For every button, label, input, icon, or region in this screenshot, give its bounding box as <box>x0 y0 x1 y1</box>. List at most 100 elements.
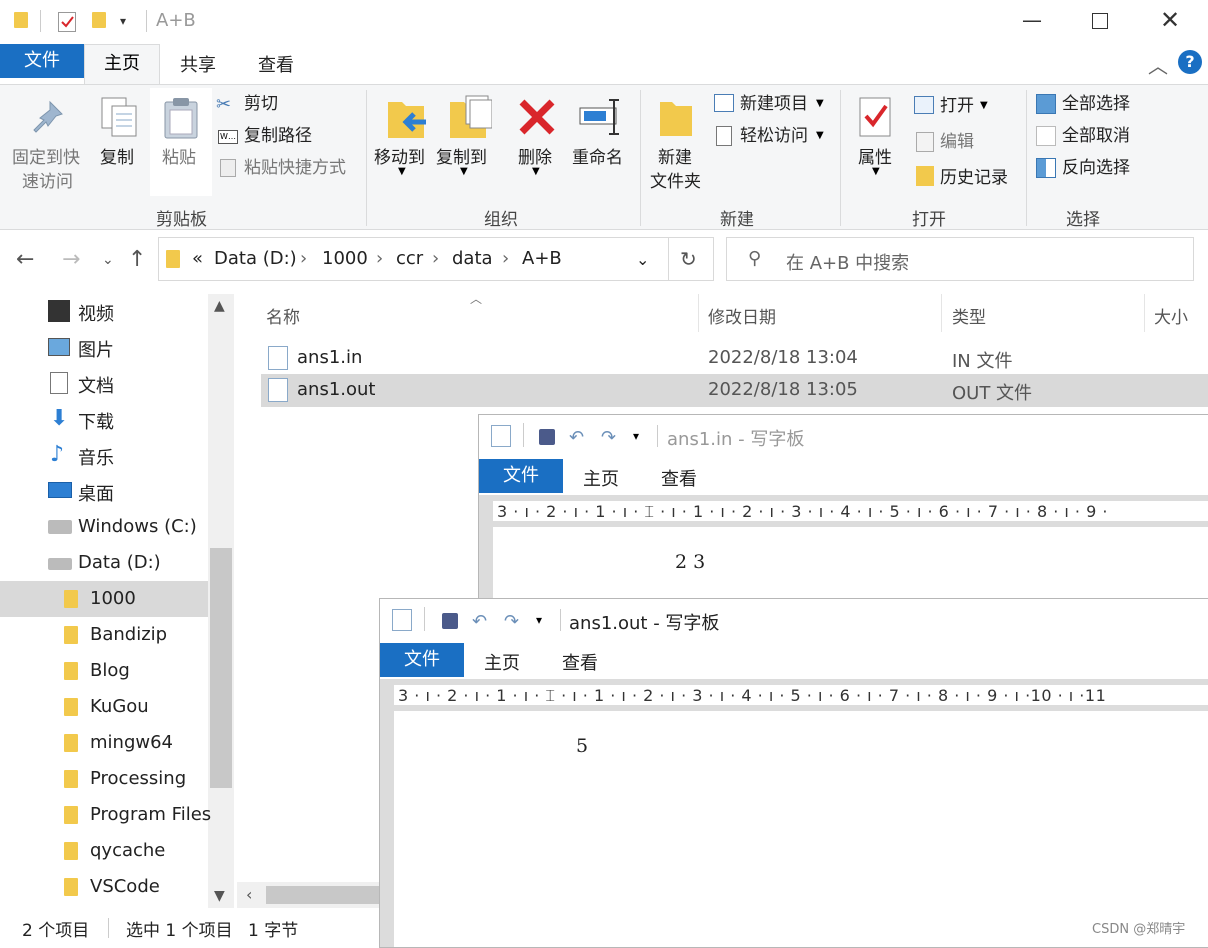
tab-home[interactable]: 主页 <box>583 465 619 491</box>
tab-file[interactable]: 文件 <box>479 459 563 493</box>
column-divider[interactable] <box>1144 294 1145 332</box>
history-button[interactable]: 历史记录 <box>940 166 1008 190</box>
save-icon[interactable] <box>442 613 458 629</box>
tab-file[interactable]: 文件 <box>0 44 84 78</box>
easy-access-button[interactable]: 轻松访问 <box>740 124 808 148</box>
new-folder-label-1[interactable]: 新建 <box>658 146 692 170</box>
pictures-icon <box>48 338 70 356</box>
sidebar-item-drive-d[interactable]: Data (D:) <box>78 552 161 573</box>
document-content[interactable]: 2 3 <box>675 551 705 573</box>
up-icon[interactable]: ↑ <box>128 247 146 272</box>
drive-d-icon <box>48 558 72 570</box>
music-icon: ♪ <box>50 442 65 467</box>
ribbon-separator <box>1026 90 1027 226</box>
sidebar-item-pictures[interactable]: 图片 <box>78 336 114 362</box>
forward-icon[interactable]: → <box>62 247 80 272</box>
recent-locations-icon[interactable]: ⌄ <box>102 252 114 268</box>
tab-home[interactable]: 主页 <box>484 649 520 675</box>
address-dropdown-icon[interactable]: ⌄ <box>636 250 649 269</box>
new-item-button[interactable]: 新建项目 <box>740 92 808 116</box>
sidebar-item-program-files[interactable]: Program Files <box>90 804 211 825</box>
edit-button[interactable]: 编辑 <box>940 130 974 154</box>
properties-quick-icon[interactable] <box>58 12 76 32</box>
cut-button[interactable]: 剪切 <box>244 92 278 116</box>
desktop-icon <box>48 482 72 498</box>
customize-quick-access-icon[interactable]: ▾ <box>536 613 542 627</box>
invert-select-button[interactable]: 反向选择 <box>1062 156 1130 180</box>
ruler-scale: 3 · ı · 2 · ı · 1 · ı · ⌶ · ı · 1 · ı · … <box>398 686 1107 705</box>
sidebar-item-documents[interactable]: 文档 <box>78 372 114 398</box>
tab-file[interactable]: 文件 <box>380 643 464 677</box>
copy-button[interactable]: 复制 <box>100 146 134 170</box>
customize-quick-access-icon[interactable]: ▾ <box>633 429 639 443</box>
ruler[interactable]: 3 · ı · 2 · ı · 1 · ı · ⌶ · ı · 1 · ı · … <box>493 495 1208 527</box>
scroll-down-icon[interactable]: ▼ <box>214 888 225 904</box>
sidebar-scroll-thumb[interactable] <box>210 548 232 788</box>
maximize-button[interactable] <box>1092 13 1108 29</box>
documents-icon <box>50 372 68 394</box>
sidebar-item-drive-c[interactable]: Windows (C:) <box>78 516 197 537</box>
column-header-name[interactable]: 名称 <box>266 303 300 328</box>
scroll-up-icon[interactable]: ▲ <box>214 298 225 314</box>
tab-view[interactable]: 查看 <box>258 51 294 77</box>
column-header-modified[interactable]: 修改日期 <box>708 303 776 328</box>
pin-label-2[interactable]: 速访问 <box>22 170 73 194</box>
tab-share[interactable]: 共享 <box>180 51 216 77</box>
sidebar-item-qycache[interactable]: qycache <box>90 840 165 861</box>
file-type: IN 文件 <box>952 351 1013 372</box>
sidebar-item-downloads[interactable]: 下载 <box>78 408 114 434</box>
column-header-type[interactable]: 类型 <box>952 303 986 328</box>
collapse-ribbon-icon[interactable]: ︿ <box>1148 50 1168 79</box>
back-icon[interactable]: ← <box>16 247 34 272</box>
document-content[interactable]: 5 <box>576 735 588 757</box>
breadcrumb-a-plus-b[interactable]: A+B <box>522 248 562 269</box>
new-folder-quick-icon[interactable] <box>92 12 106 28</box>
open-button[interactable]: 打开 <box>940 94 974 118</box>
help-icon[interactable]: ? <box>1178 50 1202 74</box>
sidebar-item-processing[interactable]: Processing <box>90 768 186 789</box>
new-folder-label-2[interactable]: 文件夹 <box>650 170 701 194</box>
breadcrumb-1000[interactable]: 1000 <box>322 248 368 269</box>
sidebar-item-music[interactable]: 音乐 <box>78 444 114 470</box>
select-all-button[interactable]: 全部选择 <box>1062 92 1130 116</box>
sidebar-item-videos[interactable]: 视频 <box>78 300 114 326</box>
sidebar-item-mingw64[interactable]: mingw64 <box>90 732 173 753</box>
sidebar-item-blog[interactable]: Blog <box>90 660 130 681</box>
column-divider[interactable] <box>698 294 699 332</box>
save-icon[interactable] <box>539 429 555 445</box>
breadcrumb-data-d[interactable]: Data (D:) <box>214 248 297 269</box>
file-name[interactable]: ans1.out <box>297 379 375 400</box>
tab-view[interactable]: 查看 <box>562 649 598 675</box>
folder-icon <box>64 734 78 752</box>
minimize-button[interactable]: — <box>1022 8 1042 32</box>
undo-icon[interactable]: ↶ <box>472 611 487 632</box>
paste-shortcut-button[interactable]: 粘贴快捷方式 <box>244 156 346 180</box>
customize-quick-access-icon[interactable]: ▾ <box>120 14 126 28</box>
undo-icon[interactable]: ↶ <box>569 427 584 448</box>
column-header-size[interactable]: 大小 <box>1154 303 1188 328</box>
sidebar-item-vscode[interactable]: VSCode <box>90 876 160 897</box>
rename-button[interactable]: 重命名 <box>572 146 623 170</box>
ruler[interactable]: 3 · ı · 2 · ı · 1 · ı · ⌶ · ı · 1 · ı · … <box>394 679 1208 711</box>
refresh-icon[interactable]: ↻ <box>680 247 697 271</box>
scroll-left-icon[interactable]: ‹ <box>246 885 252 904</box>
sidebar-item-kugou[interactable]: KuGou <box>90 696 149 717</box>
pin-label-1[interactable]: 固定到快 <box>12 146 80 170</box>
tab-view[interactable]: 查看 <box>661 465 697 491</box>
file-name[interactable]: ans1.in <box>297 347 362 368</box>
horizontal-scroll-thumb[interactable] <box>266 886 380 904</box>
redo-icon[interactable]: ↷ <box>601 427 616 448</box>
select-none-button[interactable]: 全部取消 <box>1062 124 1130 148</box>
sidebar-item-1000[interactable]: 1000 <box>90 588 136 609</box>
breadcrumb-overflow[interactable]: « <box>192 248 203 269</box>
column-divider[interactable] <box>941 294 942 332</box>
close-button[interactable]: ✕ <box>1160 6 1180 34</box>
sidebar-item-desktop[interactable]: 桌面 <box>78 480 114 506</box>
breadcrumb-data[interactable]: data <box>452 248 493 269</box>
breadcrumb-ccr[interactable]: ccr <box>396 248 423 269</box>
paste-button[interactable]: 粘贴 <box>162 146 196 170</box>
sidebar-item-bandizip[interactable]: Bandizip <box>90 624 167 645</box>
redo-icon[interactable]: ↷ <box>504 611 519 632</box>
tab-home[interactable]: 主页 <box>84 44 160 86</box>
copy-path-button[interactable]: 复制路径 <box>244 124 312 148</box>
